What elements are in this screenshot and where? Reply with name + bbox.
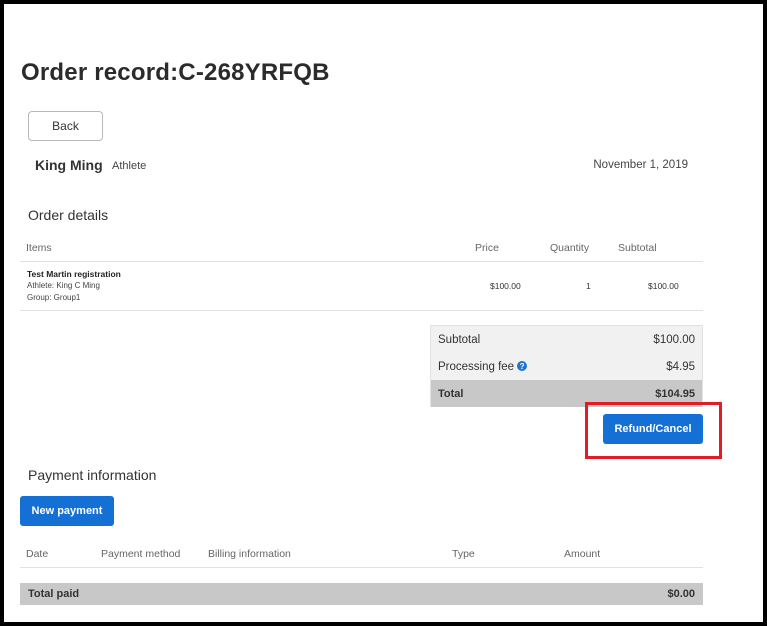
help-icon[interactable]: ? bbox=[517, 361, 528, 372]
col-price: Price bbox=[475, 242, 499, 254]
total-paid-row: Total paid $0.00 bbox=[20, 583, 703, 605]
col-billing-info: Billing information bbox=[208, 548, 291, 560]
divider bbox=[20, 567, 703, 568]
divider bbox=[20, 261, 703, 262]
col-payment-method: Payment method bbox=[101, 548, 181, 560]
item-price: $100.00 bbox=[490, 281, 521, 291]
new-payment-button[interactable]: New payment bbox=[20, 496, 114, 526]
page-frame: Order record:C-268YRFQB Back King Ming A… bbox=[4, 4, 763, 622]
summary-subtotal-label: Subtotal bbox=[438, 333, 481, 346]
total-paid-label: Total paid bbox=[28, 588, 80, 600]
customer-name: King Ming bbox=[35, 157, 103, 173]
col-subtotal: Subtotal bbox=[618, 242, 657, 254]
refund-cancel-button[interactable]: Refund/Cancel bbox=[603, 414, 703, 444]
item-group: Group: Group1 bbox=[27, 293, 81, 302]
summary-fee-label: Processing fee bbox=[438, 360, 515, 373]
col-items: Items bbox=[26, 242, 52, 254]
col-date: Date bbox=[26, 548, 49, 560]
col-amount: Amount bbox=[564, 548, 601, 560]
order-date: November 1, 2019 bbox=[593, 159, 688, 171]
col-quantity: Quantity bbox=[550, 242, 590, 254]
summary-fee-label-wrap: Processing fee? bbox=[438, 360, 528, 373]
summary-total-value: $104.95 bbox=[655, 387, 695, 400]
summary-fee-row: Processing fee? $4.95 bbox=[431, 353, 702, 380]
summary-total-label: Total bbox=[438, 387, 464, 400]
order-summary: Subtotal $100.00 Processing fee? $4.95 T… bbox=[430, 325, 703, 407]
summary-subtotal-row: Subtotal $100.00 bbox=[431, 326, 702, 353]
item-name: Test Martin registration bbox=[27, 269, 121, 279]
summary-fee-value: $4.95 bbox=[666, 360, 695, 373]
back-button[interactable]: Back bbox=[28, 111, 103, 141]
col-type: Type bbox=[452, 548, 475, 560]
summary-subtotal-value: $100.00 bbox=[653, 333, 695, 346]
order-details-title: Order details bbox=[28, 207, 109, 223]
item-quantity: 1 bbox=[586, 281, 591, 291]
item-subtotal: $100.00 bbox=[648, 281, 679, 291]
customer-role: Athlete bbox=[112, 160, 147, 172]
item-athlete: Athlete: King C Ming bbox=[27, 281, 100, 290]
divider bbox=[20, 310, 703, 311]
total-paid-value: $0.00 bbox=[667, 588, 695, 600]
payment-info-title: Payment information bbox=[28, 467, 157, 483]
page-title: Order record:C-268YRFQB bbox=[21, 59, 330, 86]
